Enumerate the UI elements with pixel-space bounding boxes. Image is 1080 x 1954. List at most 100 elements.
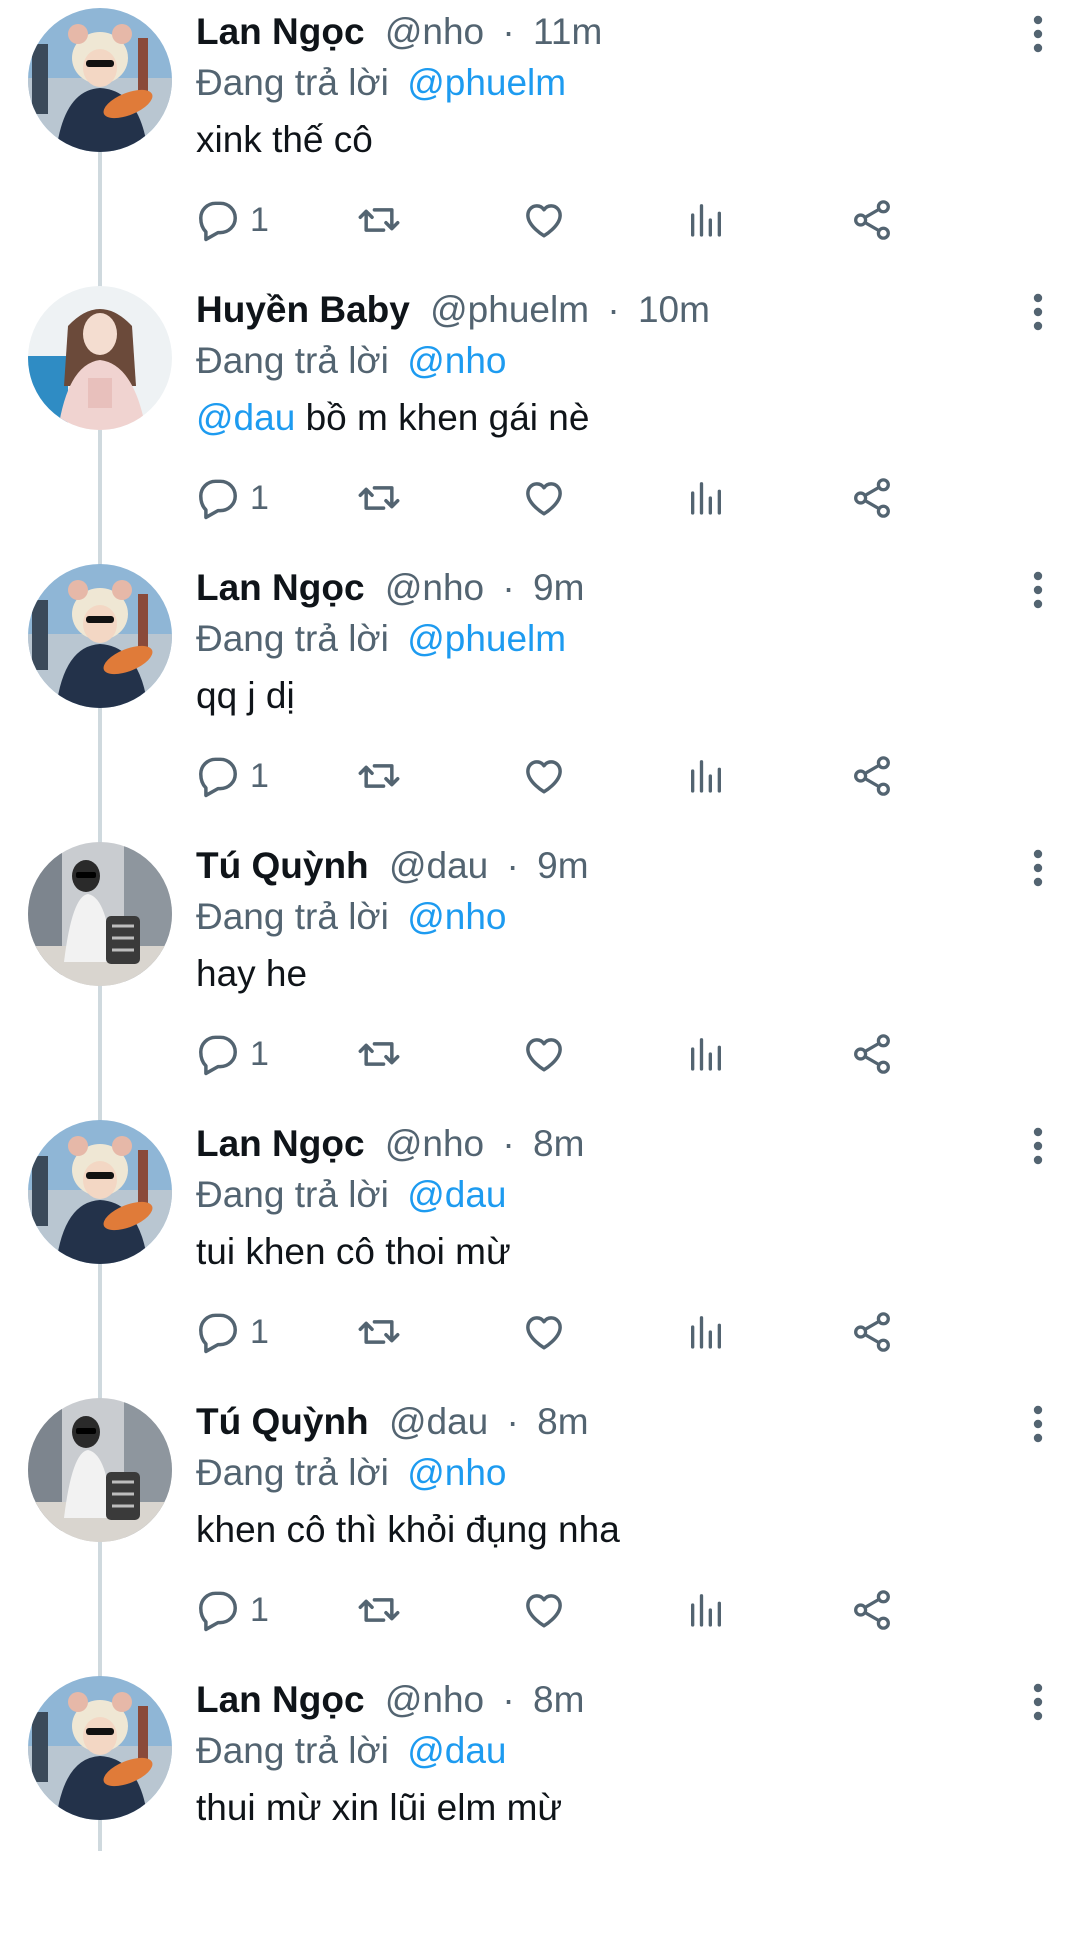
display-name[interactable]: Lan Ngọc <box>196 1123 365 1164</box>
tweet[interactable]: Lan Ngọc @nho · 8m Đang trả lời @dau tui… <box>0 1116 1080 1398</box>
more-options-button[interactable] <box>1016 12 1060 56</box>
avatar[interactable] <box>28 1676 172 1820</box>
share-button[interactable] <box>850 192 894 248</box>
reply-button[interactable]: 1 <box>196 470 269 526</box>
avatar[interactable] <box>28 1398 172 1542</box>
views-button[interactable] <box>686 470 726 526</box>
timestamp[interactable]: 8m <box>533 1123 584 1164</box>
like-button[interactable] <box>522 1582 566 1638</box>
views-button[interactable] <box>686 192 726 248</box>
user-handle[interactable]: @dau <box>389 845 488 886</box>
share-button[interactable] <box>850 470 894 526</box>
replying-to-mention[interactable]: @dau <box>407 1174 506 1215</box>
avatar[interactable] <box>28 1120 172 1264</box>
timestamp[interactable]: 8m <box>533 1679 584 1720</box>
tweet-text-body: khen cô thì khỏi đụng nha <box>196 1509 620 1550</box>
tweet[interactable]: Lan Ngọc @nho · 8m Đang trả lời @dau thu… <box>0 1672 1080 1954</box>
share-button[interactable] <box>850 748 894 804</box>
avatar[interactable] <box>28 564 172 708</box>
avatar-image <box>28 1398 172 1542</box>
more-options-button[interactable] <box>1016 1402 1060 1446</box>
tweet-text: tui khen cô thoi mừ <box>196 1220 1040 1284</box>
tweet[interactable]: Tú Quỳnh @dau · 8m Đang trả lời @nho khe… <box>0 1394 1080 1676</box>
like-button[interactable] <box>522 470 566 526</box>
retweet-button[interactable] <box>356 1304 402 1360</box>
replying-to-mention[interactable]: @phuelm <box>407 618 566 659</box>
retweet-button[interactable] <box>356 1026 402 1082</box>
tweet-text: @dau bồ m khen gái nè <box>196 386 1040 450</box>
retweet-icon <box>358 208 400 232</box>
more-options-button[interactable] <box>1016 568 1060 612</box>
retweet-button[interactable] <box>356 470 402 526</box>
like-button[interactable] <box>522 1304 566 1360</box>
display-name[interactable]: Lan Ngọc <box>196 1679 365 1720</box>
like-button[interactable] <box>522 1026 566 1082</box>
more-options-button[interactable] <box>1016 290 1060 334</box>
replying-to-label: Đang trả lời <box>196 1730 389 1771</box>
tweet-header: Tú Quỳnh @dau · 9m <box>196 838 1040 894</box>
reply-button[interactable]: 1 <box>196 748 269 804</box>
timestamp[interactable]: 9m <box>533 567 584 608</box>
avatar[interactable] <box>28 842 172 986</box>
retweet-icon <box>358 1042 400 1066</box>
share-button[interactable] <box>850 1582 894 1638</box>
more-options-button[interactable] <box>1016 1680 1060 1724</box>
retweet-icon <box>358 1320 400 1344</box>
replying-to-mention[interactable]: @nho <box>407 340 506 381</box>
retweet-button[interactable] <box>356 748 402 804</box>
user-handle[interactable]: @nho <box>385 1679 484 1720</box>
replying-to-mention[interactable]: @nho <box>407 1452 506 1493</box>
avatar-image <box>28 842 172 986</box>
user-handle[interactable]: @dau <box>389 1401 488 1442</box>
reply-button[interactable]: 1 <box>196 1026 269 1082</box>
avatar[interactable] <box>28 286 172 430</box>
user-handle[interactable]: @nho <box>385 567 484 608</box>
tweet[interactable]: Lan Ngọc @nho · 11m Đang trả lời @phuelm… <box>0 4 1080 286</box>
display-name[interactable]: Tú Quỳnh <box>196 845 369 886</box>
user-handle[interactable]: @nho <box>385 1123 484 1164</box>
timestamp[interactable]: 9m <box>537 845 588 886</box>
avatar[interactable] <box>28 8 172 152</box>
tweet[interactable]: Tú Quỳnh @dau · 9m Đang trả lời @nho hay… <box>0 838 1080 1120</box>
share-button[interactable] <box>850 1026 894 1082</box>
timestamp[interactable]: 11m <box>533 11 602 52</box>
views-button[interactable] <box>686 1304 726 1360</box>
reply-button[interactable]: 1 <box>196 192 269 248</box>
replying-to: Đang trả lời @phuelm <box>196 616 1040 662</box>
tweet-text-body: qq j dị <box>196 675 295 716</box>
more-options-button[interactable] <box>1016 1124 1060 1168</box>
like-button[interactable] <box>522 748 566 804</box>
display-name[interactable]: Huyền Baby <box>196 289 410 330</box>
replying-to: Đang trả lời @nho <box>196 1450 1040 1496</box>
display-name[interactable]: Lan Ngọc <box>196 11 365 52</box>
views-button[interactable] <box>686 1026 726 1082</box>
display-name[interactable]: Lan Ngọc <box>196 567 365 608</box>
replying-to-mention[interactable]: @nho <box>407 896 506 937</box>
timestamp[interactable]: 10m <box>638 289 710 330</box>
user-handle[interactable]: @phuelm <box>430 289 589 330</box>
reply-button[interactable]: 1 <box>196 1582 269 1638</box>
speech-bubble-icon <box>199 479 237 520</box>
display-name[interactable]: Tú Quỳnh <box>196 1401 369 1442</box>
bar-chart-icon <box>691 1594 721 1627</box>
more-options-button[interactable] <box>1016 846 1060 890</box>
tweet[interactable]: Huyền Baby @phuelm · 10m Đang trả lời @n… <box>0 282 1080 564</box>
tweet-text-body: thui mừ xin lũi elm mừ <box>196 1787 563 1828</box>
tweet[interactable]: Lan Ngọc @nho · 9m Đang trả lời @phuelm … <box>0 560 1080 842</box>
timestamp[interactable]: 8m <box>537 1401 588 1442</box>
replying-to-mention[interactable]: @phuelm <box>407 62 566 103</box>
retweet-button[interactable] <box>356 1582 402 1638</box>
inline-mention[interactable]: @dau <box>196 397 295 438</box>
reply-count: 1 <box>250 1312 269 1351</box>
reply-button[interactable]: 1 <box>196 1304 269 1360</box>
tweet-text-body: tui khen cô thoi mừ <box>196 1231 511 1272</box>
share-button[interactable] <box>850 1304 894 1360</box>
retweet-button[interactable] <box>356 192 402 248</box>
views-button[interactable] <box>686 748 726 804</box>
views-button[interactable] <box>686 1582 726 1638</box>
replying-to-mention[interactable]: @dau <box>407 1730 506 1771</box>
vertical-dots-icon <box>1033 1405 1043 1443</box>
like-button[interactable] <box>522 192 566 248</box>
user-handle[interactable]: @nho <box>385 11 484 52</box>
tweet-content: Huyền Baby @phuelm · 10m Đang trả lời @n… <box>196 282 1040 450</box>
